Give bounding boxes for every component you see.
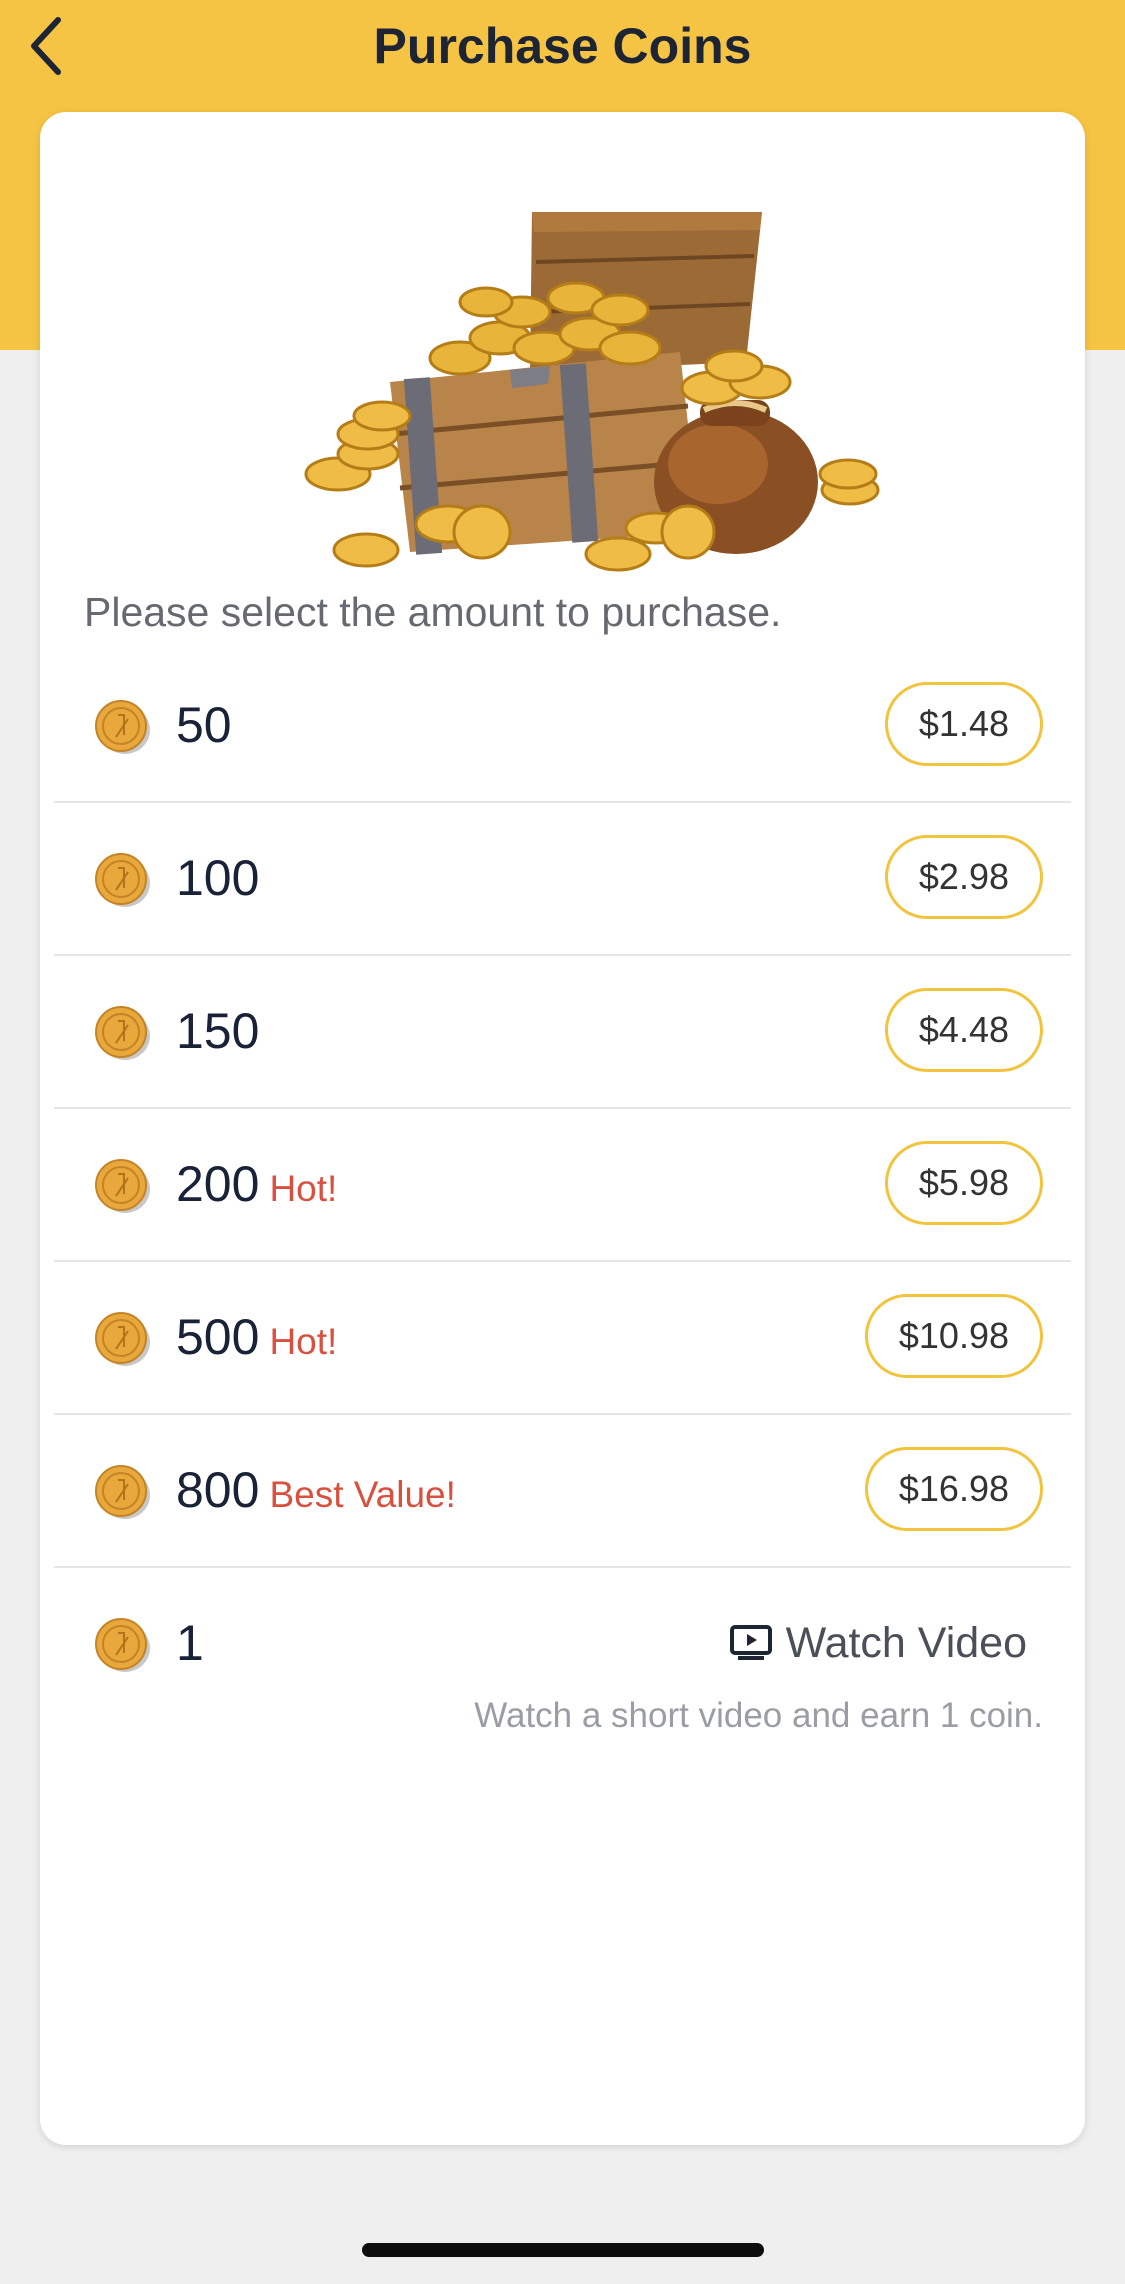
coin-icon (95, 853, 150, 907)
price-button[interactable]: $16.98 (864, 1447, 1043, 1531)
promo-tag: Hot! (269, 1321, 338, 1362)
promo-tag: Hot! (269, 1168, 338, 1209)
promo-tag: Best Value! (269, 1474, 456, 1515)
amount-value: 500 (176, 1309, 260, 1365)
coin-package-row[interactable]: 100 $2.98 (54, 802, 1071, 956)
amount-value: 800 (176, 1462, 260, 1518)
price-button[interactable]: $10.98 (864, 1294, 1043, 1378)
price-button[interactable]: $5.98 (884, 1141, 1043, 1225)
coin-amount: 100 (176, 848, 269, 908)
amount-value: 100 (176, 850, 260, 906)
coin-package-row[interactable]: 200 Hot! $5.98 (54, 1108, 1071, 1262)
coin-amount: 50 (176, 695, 242, 755)
video-reward-row: 1 Watch Video Watch a short video and ea… (54, 1567, 1071, 1767)
price-button[interactable]: $1.48 (884, 682, 1043, 766)
coin-amount: 200 Hot! (176, 1154, 337, 1219)
coin-icon (95, 1465, 150, 1519)
coin-amount: 1 (176, 1613, 204, 1673)
amount-value: 150 (176, 1003, 260, 1059)
price-button[interactable]: $4.48 (884, 988, 1043, 1072)
coin-icon (95, 1006, 150, 1060)
amount-value: 200 (176, 1156, 260, 1212)
play-video-icon (729, 1625, 772, 1660)
watch-video-label: Watch Video (785, 1619, 1027, 1667)
coin-amount: 150 (176, 1001, 269, 1061)
coin-amount: 800 Best Value! (176, 1460, 456, 1525)
watch-video-description: Watch a short video and earn 1 coin. (474, 1696, 1043, 1735)
amount-value: 1 (176, 1615, 204, 1671)
purchase-card: Please select the amount to purchase. 50… (40, 112, 1085, 2145)
coin-package-row[interactable]: 800 Best Value! $16.98 (54, 1414, 1071, 1568)
home-indicator[interactable] (362, 2243, 764, 2257)
coin-package-row[interactable]: 150 $4.48 (54, 955, 1071, 1109)
coin-icon (95, 1159, 150, 1213)
coin-package-row[interactable]: 50 $1.48 (54, 649, 1071, 803)
coin-icon (95, 700, 150, 754)
coin-amount: 500 Hot! (176, 1307, 337, 1372)
page-title: Purchase Coins (373, 18, 752, 74)
coin-icon (95, 1312, 150, 1366)
coin-icon (95, 1618, 150, 1672)
watch-video-button[interactable]: Watch Video (729, 1615, 1027, 1671)
coin-package-row[interactable]: 500 Hot! $10.98 (54, 1261, 1071, 1415)
amount-value: 50 (176, 697, 232, 753)
treasure-chest-illustration (304, 212, 880, 572)
purchase-prompt: Please select the amount to purchase. (84, 589, 782, 635)
price-button[interactable]: $2.98 (884, 835, 1043, 919)
